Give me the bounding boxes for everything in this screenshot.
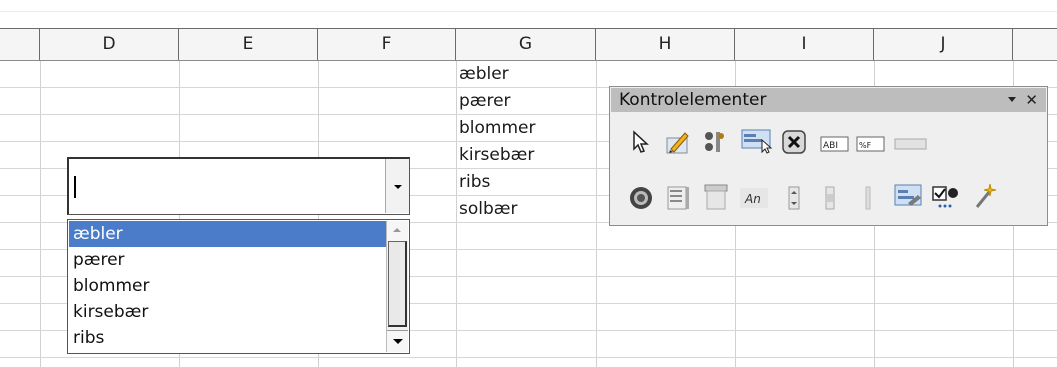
list-item[interactable]: æbler (69, 221, 386, 247)
row-header-corner[interactable] (0, 29, 40, 60)
list-item[interactable]: ribs (69, 325, 386, 351)
spin-button-icon[interactable] (781, 185, 807, 211)
check-box-icon[interactable] (930, 183, 962, 209)
cell-g3[interactable]: blommer (459, 115, 535, 142)
toolbar-menu-icon[interactable] (1008, 97, 1016, 102)
list-item[interactable]: blommer (69, 273, 386, 299)
column-header-f[interactable]: F (318, 29, 456, 60)
close-icon[interactable]: ✕ (1025, 88, 1038, 112)
option-button-icon[interactable] (628, 185, 654, 211)
svg-text:%F: %F (859, 141, 872, 150)
cell-g4[interactable]: kirsebær (459, 142, 534, 169)
wizard-icon[interactable] (970, 183, 1000, 209)
list-item[interactable]: pærer (69, 247, 386, 273)
text-cursor (74, 176, 76, 198)
column-header-row: D E F G H I J (0, 28, 1057, 61)
column-header-h[interactable]: H (596, 29, 735, 60)
combo-box[interactable] (67, 157, 410, 215)
scroll-down-button[interactable] (387, 330, 408, 352)
form-properties-icon[interactable] (739, 127, 775, 154)
list-box-icon[interactable] (665, 185, 691, 211)
list-item[interactable]: kirsebær (69, 299, 386, 325)
svg-text:ABI: ABI (823, 141, 838, 151)
form-controls-toolbar[interactable]: Kontrolelementer ✕ ABI %F An (609, 86, 1048, 226)
scrollbar-icon[interactable] (818, 185, 844, 211)
toolbar-titlebar[interactable]: Kontrolelementer ✕ (611, 88, 1046, 112)
column-header-d[interactable]: D (40, 29, 179, 60)
chevron-down-icon (393, 339, 403, 344)
column-header-j[interactable]: J (874, 29, 1013, 60)
dropdown-scrollbar[interactable] (386, 221, 408, 352)
svg-text:An: An (744, 192, 761, 206)
formatted-field-icon[interactable]: %F (856, 131, 886, 157)
toolbar-title: Kontrolelementer (619, 90, 767, 110)
combo-dropdown-list[interactable]: æbler pærer blommer kirsebær ribs (67, 219, 410, 354)
top-strip (0, 0, 1057, 14)
label-icon[interactable] (894, 131, 928, 157)
label-field-icon[interactable]: An (739, 185, 769, 211)
cell-g1[interactable]: æbler (459, 61, 509, 88)
design-mode-icon[interactable] (665, 129, 691, 155)
combo-dropdown-button[interactable] (385, 159, 409, 213)
scroll-thumb[interactable] (388, 241, 407, 327)
cell-g6[interactable]: solbær (459, 196, 517, 223)
column-header-g[interactable]: G (456, 29, 596, 60)
combo-box-icon[interactable] (702, 183, 732, 210)
control-properties-icon[interactable] (702, 129, 728, 155)
cell-g5[interactable]: ribs (459, 169, 490, 196)
chevron-up-icon (393, 228, 401, 232)
chevron-down-icon (394, 185, 402, 189)
text-box-icon[interactable]: ABI (820, 131, 850, 157)
column-header-i[interactable]: I (735, 29, 874, 60)
push-button-icon[interactable] (781, 129, 807, 155)
cell-g2[interactable]: pærer (459, 88, 511, 115)
more-controls-icon[interactable] (855, 185, 881, 211)
form-design-icon[interactable] (892, 183, 926, 209)
scroll-up-button[interactable] (387, 221, 408, 241)
column-header-next[interactable] (1013, 29, 1057, 60)
column-header-e[interactable]: E (179, 29, 318, 60)
select-icon[interactable] (628, 129, 654, 155)
